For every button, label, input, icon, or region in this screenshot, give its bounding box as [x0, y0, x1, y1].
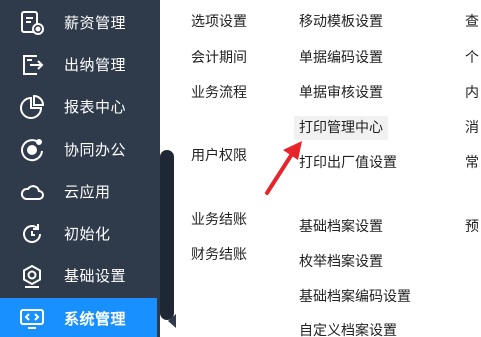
menu-item-mobile-template[interactable]: 移动模板设置 — [299, 12, 383, 32]
sidebar: 薪资管理 出纳管理 报表中心 协同办公 云应用 初始化 基础设置 系统管理 — [0, 0, 160, 337]
menu-item-document-approval[interactable]: 单据审核设置 — [299, 83, 383, 103]
sidebar-item-label: 协同办公 — [64, 141, 127, 159]
sidebar-item-payroll[interactable]: 薪资管理 — [0, 2, 157, 44]
sidebar-item-reports[interactable]: 报表中心 — [0, 86, 157, 128]
sidebar-item-label: 薪资管理 — [64, 14, 127, 32]
menu-item-business-closing[interactable]: 业务结账 — [191, 210, 247, 230]
menu-item-financial-closing[interactable]: 财务结账 — [191, 245, 247, 265]
active-caret-icon — [168, 314, 176, 328]
settings-icon — [18, 262, 46, 290]
sidebar-item-basic-settings[interactable]: 基础设置 — [0, 255, 157, 297]
menu-item-col3-4[interactable]: 消 — [465, 118, 479, 138]
menu-item-accounting-period[interactable]: 会计期间 — [191, 48, 247, 68]
sidebar-item-system-management[interactable]: 系统管理 — [0, 298, 157, 337]
menu-item-print-factory-defaults[interactable]: 打印出厂值设置 — [299, 153, 397, 173]
monitor-code-icon — [18, 305, 46, 333]
sidebar-scrollbar-thumb[interactable] — [160, 150, 174, 320]
menu-item-col3-2[interactable]: 个 — [465, 48, 479, 68]
pie-chart-icon — [18, 93, 46, 121]
reset-icon — [18, 220, 46, 248]
payroll-icon — [18, 9, 46, 37]
sidebar-item-label: 云应用 — [64, 183, 111, 201]
menu-item-col3-5[interactable]: 常 — [465, 153, 479, 173]
sidebar-item-cloud-apps[interactable]: 云应用 — [0, 171, 157, 213]
menu-item-print-management[interactable]: 打印管理中心 — [294, 116, 388, 140]
sidebar-item-label: 报表中心 — [64, 98, 127, 116]
cloud-icon — [18, 178, 46, 206]
menu-item-basic-archive[interactable]: 基础档案设置 — [299, 217, 383, 237]
collaboration-icon — [18, 136, 46, 164]
sidebar-item-label: 基础设置 — [64, 267, 127, 285]
sidebar-item-label: 初始化 — [64, 225, 111, 243]
menu-item-archive-coding[interactable]: 基础档案编码设置 — [299, 287, 411, 307]
menu-item-document-coding[interactable]: 单据编码设置 — [299, 48, 383, 68]
menu-item-col3-3[interactable]: 内 — [465, 83, 479, 103]
sidebar-item-initialize[interactable]: 初始化 — [0, 213, 157, 255]
menu-item-enum-archive[interactable]: 枚举档案设置 — [299, 252, 383, 272]
menu-item-user-permissions[interactable]: 用户权限 — [191, 146, 247, 166]
cashier-icon — [18, 51, 46, 79]
sidebar-item-label: 系统管理 — [64, 310, 127, 328]
menu-item-col3-6[interactable]: 预 — [465, 217, 479, 237]
menu-item-custom-archive[interactable]: 自定义档案设置 — [299, 321, 397, 337]
menu-item-business-process[interactable]: 业务流程 — [191, 83, 247, 103]
sidebar-item-collaboration[interactable]: 协同办公 — [0, 129, 157, 171]
sidebar-item-cashier[interactable]: 出纳管理 — [0, 44, 157, 86]
menu-item-options[interactable]: 选项设置 — [191, 12, 247, 32]
menu-item-col3-1[interactable]: 查 — [465, 12, 479, 32]
sidebar-item-label: 出纳管理 — [64, 56, 127, 74]
